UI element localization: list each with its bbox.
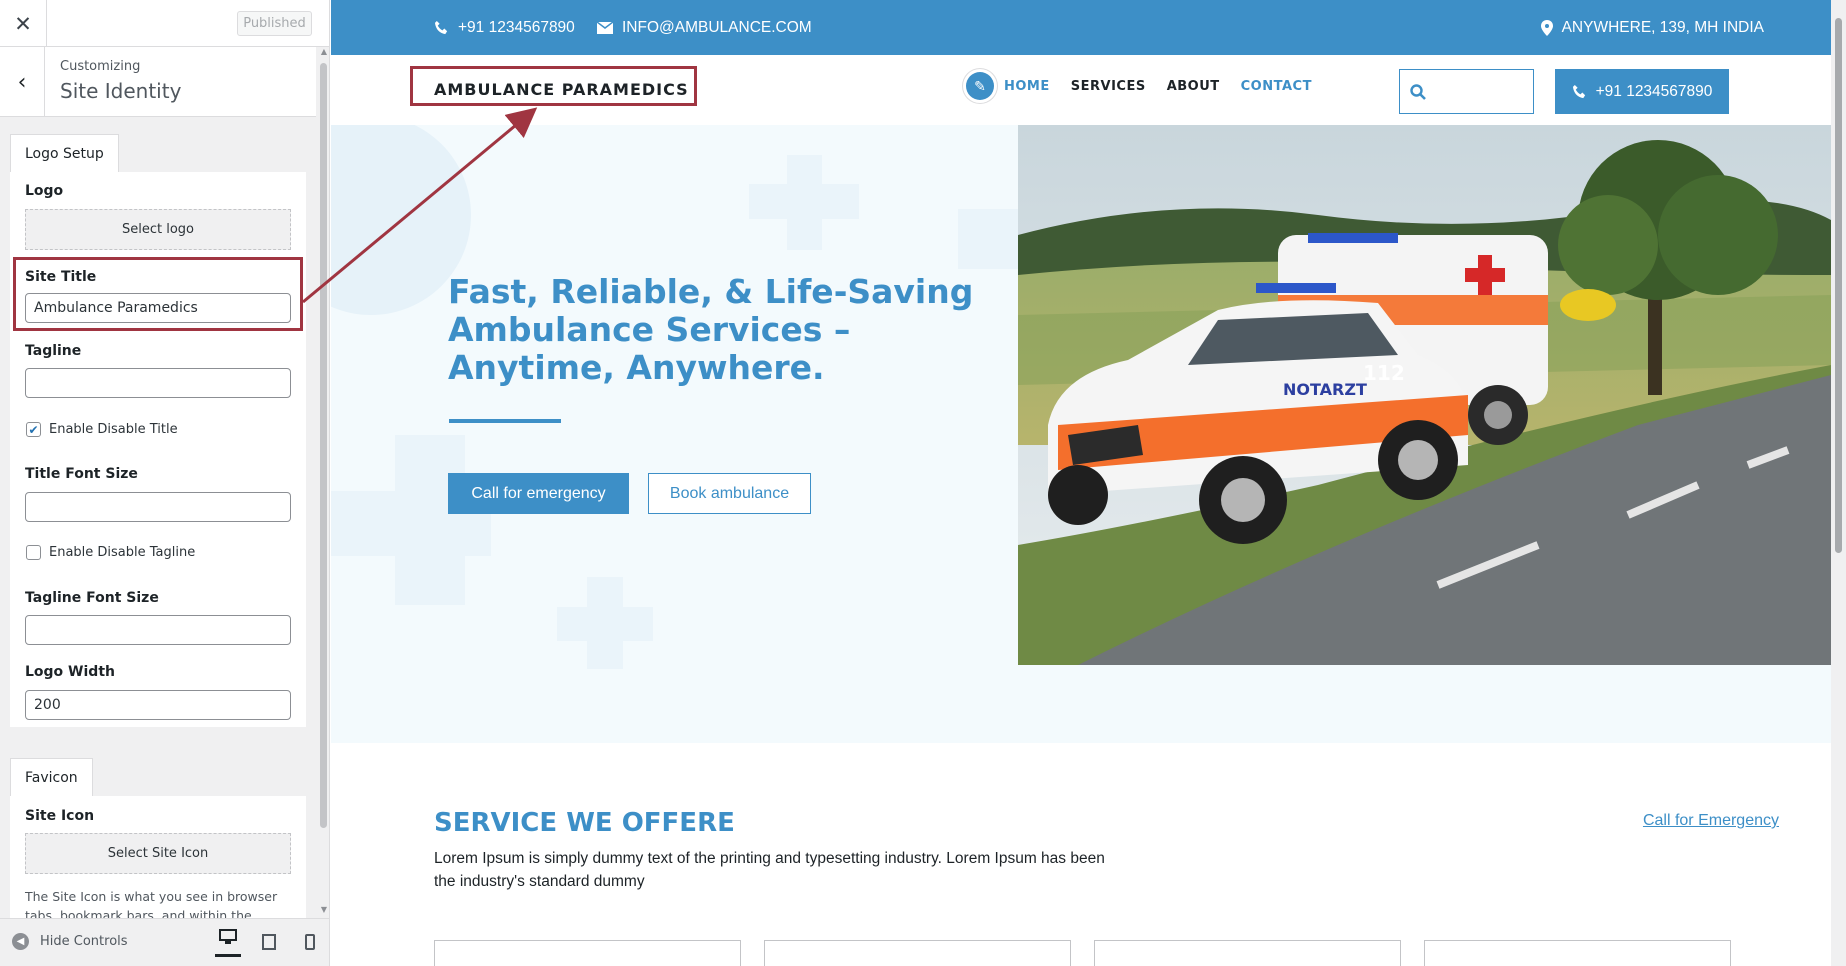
tab-favicon[interactable]: Favicon xyxy=(10,758,93,796)
customizer-footer: ◀ Hide Controls xyxy=(0,918,329,966)
search-box[interactable] xyxy=(1399,69,1534,114)
services-description: Lorem Ipsum is simply dummy text of the … xyxy=(434,850,1105,890)
topbar-phone-text: +91 1234567890 xyxy=(458,18,575,36)
site-preview: +91 1234567890 INFO@AMBULANCE.COM ANYWHE… xyxy=(331,0,1846,966)
back-arrow-icon[interactable]: ‹ xyxy=(0,47,45,117)
enable-disable-tagline-checkbox[interactable]: Enable Disable Tagline xyxy=(26,545,195,560)
site-title-label: Site Title xyxy=(25,269,97,285)
hero-ambulance-image: NOTARZT 112 xyxy=(1018,125,1831,665)
hero-deco-square xyxy=(958,209,1018,269)
desktop-preview-icon[interactable] xyxy=(215,919,241,957)
site-title-preview-highlight-box xyxy=(410,66,697,106)
section-title: Site Identity xyxy=(60,79,182,103)
topbar-address-text: ANYWHERE, 139, MH INDIA xyxy=(1561,18,1764,36)
logo-label: Logo xyxy=(25,183,64,199)
logo-width-label: Logo Width xyxy=(25,664,115,680)
topbar-phone[interactable]: +91 1234567890 xyxy=(434,0,575,55)
panel-scrollbar[interactable]: ▲ ▼ xyxy=(318,47,329,917)
customizer-header: ✕ Published xyxy=(0,0,329,47)
nav-home[interactable]: HOME xyxy=(1004,79,1050,94)
customizer-panel: ✕ Published ‹ Customizing Site Identity … xyxy=(0,0,330,966)
phone-icon xyxy=(1572,84,1585,99)
header-call-label: +91 1234567890 xyxy=(1595,82,1713,100)
scroll-up-icon[interactable]: ▲ xyxy=(318,47,329,56)
phone-icon xyxy=(434,20,448,35)
book-ambulance-button[interactable]: Book ambulance xyxy=(648,473,811,514)
topbar-email[interactable]: INFO@AMBULANCE.COM xyxy=(597,0,812,55)
service-card[interactable] xyxy=(1424,940,1731,966)
vehicle-text-notarzt: NOTARZT xyxy=(1283,380,1367,399)
nav-contact[interactable]: CONTACT xyxy=(1241,79,1312,94)
enable-disable-title-checkbox[interactable]: ✔ Enable Disable Title xyxy=(26,422,178,437)
close-icon[interactable]: ✕ xyxy=(0,0,47,47)
tagline-label: Tagline xyxy=(25,343,82,359)
tagline-font-size-label: Tagline Font Size xyxy=(25,590,159,606)
search-icon xyxy=(1410,83,1426,100)
tablet-preview-icon[interactable] xyxy=(256,929,282,955)
enable-disable-title-label: Enable Disable Title xyxy=(49,422,178,437)
service-card[interactable] xyxy=(1094,940,1401,966)
nav-services[interactable]: SERVICES xyxy=(1071,79,1146,94)
top-bar: +91 1234567890 INFO@AMBULANCE.COM ANYWHE… xyxy=(331,0,1831,55)
edit-pencil-icon[interactable]: ✎ xyxy=(966,72,994,100)
section-header: ‹ Customizing Site Identity xyxy=(0,47,316,117)
hero-headline: Fast, Reliable, & Life-Saving Ambulance … xyxy=(448,272,974,387)
topbar-address: ANYWHERE, 139, MH INDIA xyxy=(1540,0,1764,55)
tagline-font-size-input[interactable] xyxy=(25,615,291,645)
vehicle-text-112: 112 xyxy=(1363,361,1405,385)
hero-section: Fast, Reliable, & Life-Saving Ambulance … xyxy=(331,125,1831,743)
select-site-icon-button[interactable]: Select Site Icon xyxy=(25,833,291,874)
hero-deco-cross xyxy=(557,607,653,641)
main-nav: ✎ HOME SERVICES ABOUT CONTACT xyxy=(966,72,1333,100)
service-card[interactable] xyxy=(764,940,1071,966)
hero-underline xyxy=(449,419,561,423)
service-card[interactable] xyxy=(434,940,741,966)
customizing-label: Customizing xyxy=(60,59,141,74)
hero-deco-cross xyxy=(749,184,859,219)
envelope-icon xyxy=(597,21,613,34)
hide-controls-label: Hide Controls xyxy=(40,934,128,949)
hide-controls-button[interactable]: ◀ Hide Controls xyxy=(12,933,128,950)
checkbox-unchecked-icon[interactable] xyxy=(26,545,41,560)
map-pin-icon xyxy=(1540,19,1553,36)
preview-scrollbar[interactable] xyxy=(1831,0,1846,966)
header-call-button[interactable]: +91 1234567890 xyxy=(1555,69,1729,114)
checkbox-checked-icon[interactable]: ✔ xyxy=(26,422,41,437)
nav-about[interactable]: ABOUT xyxy=(1167,79,1220,94)
logo-width-input[interactable]: 200 xyxy=(25,690,291,720)
site-title-input[interactable]: Ambulance Paramedics xyxy=(25,293,291,323)
preview-scroll-thumb[interactable] xyxy=(1835,18,1842,553)
call-for-emergency-link[interactable]: Call for Emergency xyxy=(1643,812,1779,830)
enable-disable-tagline-label: Enable Disable Tagline xyxy=(49,545,196,560)
tagline-input[interactable] xyxy=(25,368,291,398)
tab-logo-setup[interactable]: Logo Setup xyxy=(10,134,119,172)
select-logo-button[interactable]: Select logo xyxy=(25,209,291,250)
topbar-email-text: INFO@AMBULANCE.COM xyxy=(622,18,812,36)
title-font-size-input[interactable] xyxy=(25,492,291,522)
call-for-emergency-button[interactable]: Call for emergency xyxy=(448,473,629,514)
services-title: SERVICE WE OFFERE xyxy=(434,808,735,838)
panel-scroll-thumb[interactable] xyxy=(320,63,327,828)
title-font-size-label: Title Font Size xyxy=(25,466,138,482)
scroll-down-icon[interactable]: ▼ xyxy=(318,905,329,914)
site-icon-label: Site Icon xyxy=(25,808,95,824)
collapse-icon: ◀ xyxy=(12,933,29,950)
published-button[interactable]: Published xyxy=(237,11,312,36)
mobile-preview-icon[interactable] xyxy=(297,929,323,955)
